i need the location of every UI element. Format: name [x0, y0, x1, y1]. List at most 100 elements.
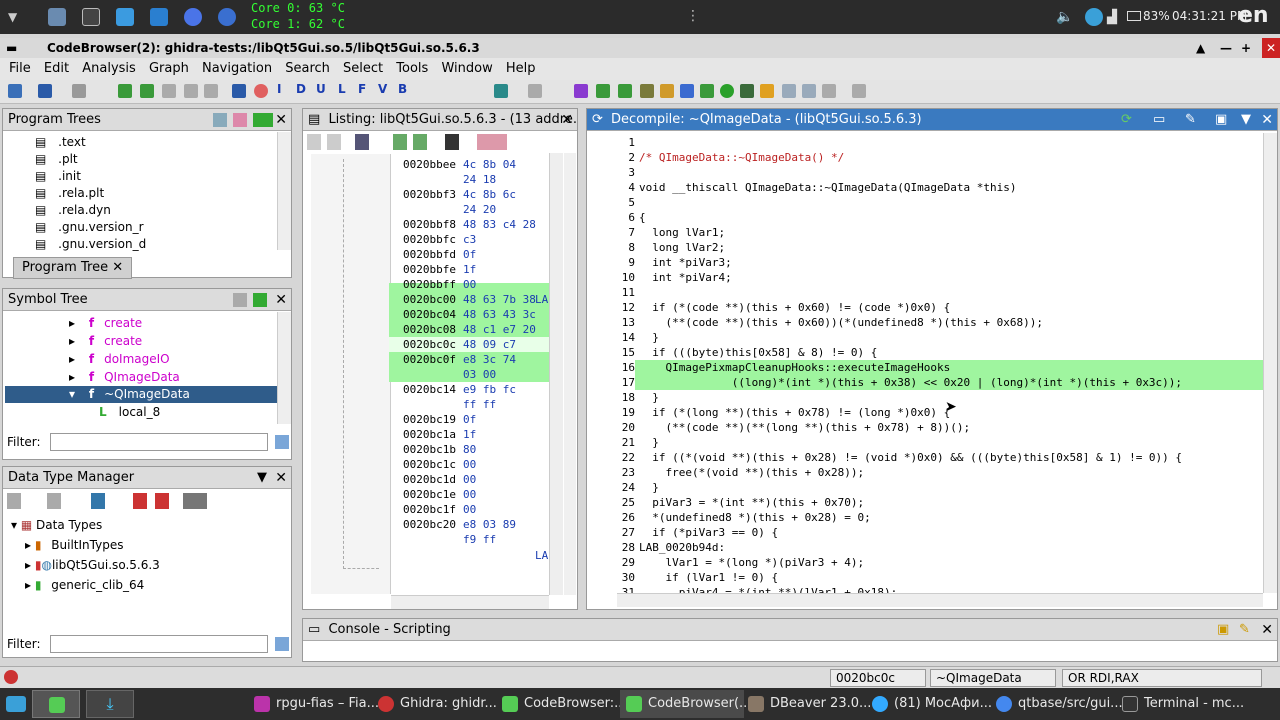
- close-icon[interactable]: ✕: [1261, 111, 1273, 129]
- code-line[interactable]: }: [639, 435, 659, 450]
- panel-menu-icon[interactable]: ▼: [257, 467, 267, 488]
- listing-row[interactable]: 0020bc1a 1f: [403, 427, 476, 442]
- volume-icon[interactable]: 🔈: [1056, 9, 1073, 25]
- listing-row[interactable]: 0020bbfe 1f: [403, 262, 476, 277]
- panel-menu-icon[interactable]: ▼: [1241, 109, 1251, 130]
- listing-row[interactable]: 03 00: [403, 367, 496, 382]
- tool-k-icon[interactable]: [822, 84, 836, 98]
- listing-row[interactable]: 24 18: [403, 172, 496, 187]
- symbol-item[interactable]: ▸ f doImageIO: [69, 351, 170, 368]
- code-line[interactable]: (**(code **)(this + 0x60))(*(undefined8 …: [639, 315, 1043, 330]
- listing-row[interactable]: ff ff: [403, 397, 496, 412]
- filter-options-icon[interactable]: [275, 637, 289, 651]
- listing-row[interactable]: 0020bc1b 80: [403, 442, 476, 457]
- code-line[interactable]: int *piVar4;: [639, 270, 731, 285]
- task-item[interactable]: CodeBrowser:...: [524, 696, 627, 711]
- listing-bytes[interactable]: e8 3c 74: [463, 353, 516, 366]
- tool-f-icon[interactable]: [700, 84, 714, 98]
- check-icon[interactable]: [574, 84, 588, 98]
- status-alert-icon[interactable]: [4, 670, 18, 684]
- tree-item[interactable]: ▤ .text: [35, 134, 86, 151]
- code-line[interactable]: ((long)*(int *)(this + 0x38) << 0x20 | (…: [639, 375, 1182, 390]
- undo-icon[interactable]: [494, 84, 508, 98]
- listing-row[interactable]: 0020bc1e 00: [403, 487, 476, 502]
- listing-bytes[interactable]: 00: [463, 488, 476, 501]
- tree-action-icons[interactable]: [213, 113, 273, 127]
- window-menu-icon[interactable]: ▬: [6, 38, 17, 58]
- listing-bytes[interactable]: f9 ff: [463, 533, 496, 546]
- listing-row[interactable]: 0020bc04 48 63 43 3c: [403, 307, 536, 322]
- code-line[interactable]: void __thiscall QImageData::~QImageData(…: [639, 180, 1017, 195]
- listing-row[interactable]: 0020bc08 48 c1 e7 20: [403, 322, 536, 337]
- task-download[interactable]: ⤓: [86, 690, 134, 718]
- network-icon[interactable]: [1085, 8, 1103, 26]
- tree-item[interactable]: ▤ .plt: [35, 151, 78, 168]
- listing-row[interactable]: 0020bbf8 48 83 c4 28: [403, 217, 536, 232]
- nav-undefined-icon[interactable]: [162, 84, 176, 98]
- listing-bytes[interactable]: 0f: [463, 248, 476, 261]
- listing-row[interactable]: 0020bbfc c3: [403, 232, 476, 247]
- tool-e-icon[interactable]: [680, 84, 694, 98]
- nav-next-icon[interactable]: [118, 84, 132, 98]
- panel-dots[interactable]: ⋮: [686, 8, 700, 24]
- tool-c-icon[interactable]: [640, 84, 654, 98]
- redo-icon[interactable]: [528, 84, 542, 98]
- maximize-button[interactable]: +: [1241, 38, 1251, 58]
- listing-bytes[interactable]: 00: [463, 278, 476, 291]
- listing-address[interactable]: 0020bc00: [403, 292, 463, 307]
- close-icon[interactable]: ✕: [561, 111, 573, 129]
- tree-item[interactable]: ▤ .gnu.version_d: [35, 236, 146, 253]
- tool-l-icon[interactable]: [852, 84, 866, 98]
- menu-navigation[interactable]: Navigation: [202, 58, 272, 80]
- code-line[interactable]: if (((byte)this[0x58] & 8) != 0) {: [639, 345, 877, 360]
- code-line[interactable]: QImagePixmapCleanupHooks::executeImageHo…: [639, 360, 950, 375]
- toolbar-D-icon[interactable]: D: [296, 82, 306, 96]
- toolbar-U-icon[interactable]: U: [316, 82, 326, 96]
- tool-h-icon[interactable]: [760, 84, 774, 98]
- tab-program-tree[interactable]: Program Tree ✕: [13, 257, 133, 279]
- listing-row[interactable]: 0020bc00 48 63 7b 38: [403, 292, 536, 307]
- code-line[interactable]: int *piVar3;: [639, 255, 731, 270]
- symbol-tree-scrollbar[interactable]: [277, 312, 291, 424]
- code-line[interactable]: if (lVar1 != 0) {: [639, 570, 778, 585]
- code-line[interactable]: /* QImageData::~QImageData() */: [639, 150, 844, 165]
- tool-a-icon[interactable]: [596, 84, 610, 98]
- listing-row[interactable]: 0020bc0c 48 09 c7: [403, 337, 516, 352]
- close-icon[interactable]: ✕: [275, 291, 287, 309]
- listing-bytes[interactable]: 0f: [463, 413, 476, 426]
- listing-address[interactable]: 0020bc1c: [403, 457, 463, 472]
- code-line[interactable]: {: [639, 210, 646, 225]
- lock-icon[interactable]: ▣: [1217, 619, 1229, 640]
- listing-address[interactable]: 0020bc08: [403, 322, 463, 337]
- toolbar-L-icon[interactable]: L: [338, 82, 346, 96]
- clear-icon[interactable]: ✎: [1239, 619, 1250, 640]
- tool-i-icon[interactable]: [782, 84, 796, 98]
- code-line[interactable]: }: [639, 330, 659, 345]
- datatype-root[interactable]: ▾ ▦ Data Types: [11, 517, 102, 534]
- forward-icon[interactable]: [72, 84, 86, 98]
- listing-bytes[interactable]: 00: [463, 503, 476, 516]
- listing-bytes[interactable]: 00: [463, 458, 476, 471]
- program-trees-scrollbar[interactable]: [277, 132, 291, 250]
- close-window-button[interactable]: ✕: [1262, 38, 1280, 58]
- back-icon[interactable]: [38, 84, 52, 98]
- listing-address[interactable]: 0020bbfd: [403, 247, 463, 262]
- settings-launcher-icon[interactable]: [48, 8, 66, 26]
- keyboard-layout[interactable]: en: [1238, 3, 1269, 28]
- listing-bytes[interactable]: 48 09 c7: [463, 338, 516, 351]
- task-item[interactable]: DBeaver 23.0...: [770, 696, 871, 711]
- nav-label-icon[interactable]: [184, 84, 198, 98]
- lab-label-1[interactable]: LA: [535, 293, 548, 306]
- decompiled-code[interactable]: 1 2 /* QImageData::~QImageData() */3 4 void …: [587, 133, 1263, 593]
- symbol-item[interactable]: Llocal_8: [99, 404, 160, 421]
- listing-bytes[interactable]: 24 18: [463, 173, 496, 186]
- files-launcher-icon[interactable]: [116, 8, 134, 26]
- code-line[interactable]: if (*(code **)(this + 0x60) != (code *)0…: [639, 300, 950, 315]
- listing-bytes[interactable]: 03 00: [463, 368, 496, 381]
- start-icon[interactable]: [6, 696, 26, 712]
- code-line[interactable]: if ((*(void **)(this + 0x28) != (void *)…: [639, 450, 1182, 465]
- battery-icon[interactable]: [1127, 11, 1141, 21]
- code-line[interactable]: }: [639, 480, 659, 495]
- menu-search[interactable]: Search: [285, 58, 330, 80]
- tool-j-icon[interactable]: [802, 84, 816, 98]
